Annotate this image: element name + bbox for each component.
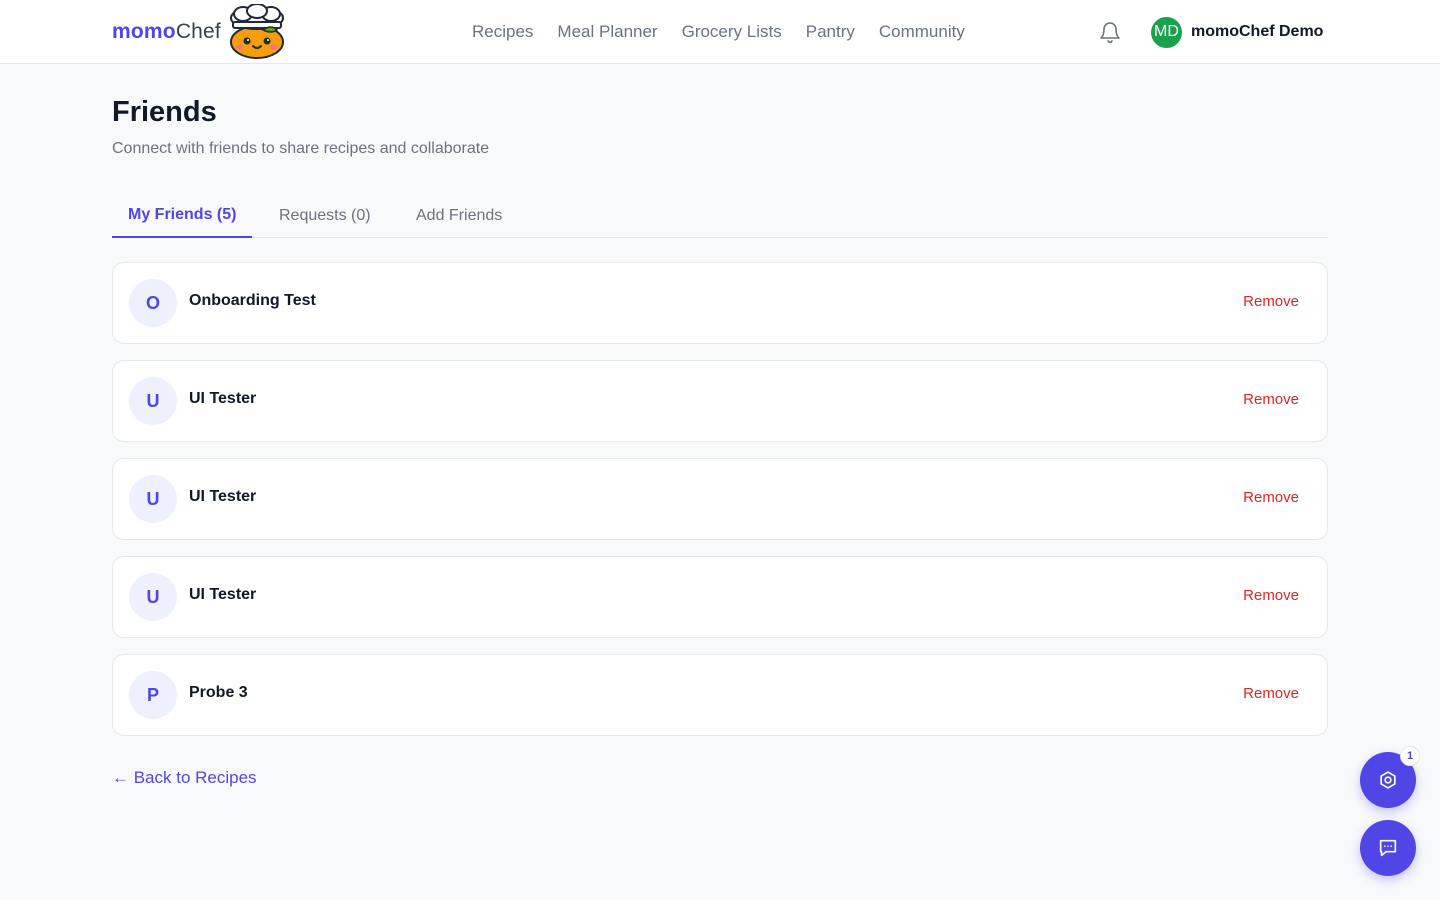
remove-friend-button[interactable]: Remove: [1243, 685, 1299, 702]
friend-avatar: O: [129, 279, 177, 327]
nav-grocery-lists[interactable]: Grocery Lists: [682, 22, 782, 42]
remove-friend-button[interactable]: Remove: [1243, 489, 1299, 506]
remove-friend-button[interactable]: Remove: [1243, 587, 1299, 604]
brand-text-primary: momo: [112, 20, 176, 43]
friend-card: U UI Tester Remove: [112, 458, 1328, 540]
nav-pantry[interactable]: Pantry: [806, 22, 855, 42]
chat-icon: [1379, 839, 1397, 857]
chat-fab-button[interactable]: [1360, 820, 1416, 876]
top-navigation-bar: momoChef Recipes Meal Planner Grocery Li…: [0, 0, 1440, 64]
tab-requests[interactable]: Requests (0): [263, 194, 387, 237]
friend-name: UI Tester: [189, 390, 257, 407]
friends-tabs: My Friends (5) Requests (0) Add Friends: [112, 194, 1328, 238]
friend-card: P Probe 3 Remove: [112, 654, 1328, 736]
brand-text: momoChef: [112, 20, 221, 44]
friend-name: UI Tester: [189, 488, 257, 505]
friend-avatar: U: [129, 573, 177, 621]
page-title: Friends: [112, 96, 217, 128]
remove-friend-button[interactable]: Remove: [1243, 391, 1299, 408]
friend-avatar: U: [129, 377, 177, 425]
tab-my-friends[interactable]: My Friends (5): [112, 194, 253, 238]
friend-card: U UI Tester Remove: [112, 360, 1328, 442]
chef-mascot-icon: [229, 4, 284, 59]
page-subtitle: Connect with friends to share recipes an…: [112, 140, 490, 157]
friend-name: Probe 3: [189, 684, 248, 701]
friend-avatar: U: [129, 475, 177, 523]
nav-meal-planner[interactable]: Meal Planner: [557, 22, 657, 42]
friend-card: O Onboarding Test Remove: [112, 262, 1328, 344]
friend-name: Onboarding Test: [189, 292, 316, 309]
notification-count-badge: 1: [1400, 746, 1420, 766]
user-avatar: MD: [1151, 16, 1182, 48]
brand-logo[interactable]: momoChef: [112, 4, 287, 60]
tab-add-friends[interactable]: Add Friends: [400, 194, 518, 237]
friend-avatar: P: [129, 671, 177, 719]
friend-name: UI Tester: [189, 586, 257, 603]
nav-recipes[interactable]: Recipes: [472, 22, 533, 42]
main-nav: Recipes Meal Planner Grocery Lists Pantr…: [472, 0, 965, 64]
user-name: momoChef Demo: [1191, 23, 1324, 40]
user-menu[interactable]: MD momoChef Demo: [1151, 16, 1323, 48]
friends-list: O Onboarding Test Remove U UI Tester Rem…: [112, 262, 1328, 752]
remove-friend-button[interactable]: Remove: [1243, 293, 1299, 310]
nav-community[interactable]: Community: [879, 22, 965, 42]
settings-icon: [1380, 771, 1396, 789]
friend-card: U UI Tester Remove: [112, 556, 1328, 638]
back-to-recipes-link[interactable]: ← Back to Recipes: [112, 768, 257, 788]
brand-text-secondary: Chef: [175, 20, 221, 43]
notification-bell-icon[interactable]: [1099, 20, 1121, 44]
settings-fab-button[interactable]: 1: [1360, 746, 1420, 808]
